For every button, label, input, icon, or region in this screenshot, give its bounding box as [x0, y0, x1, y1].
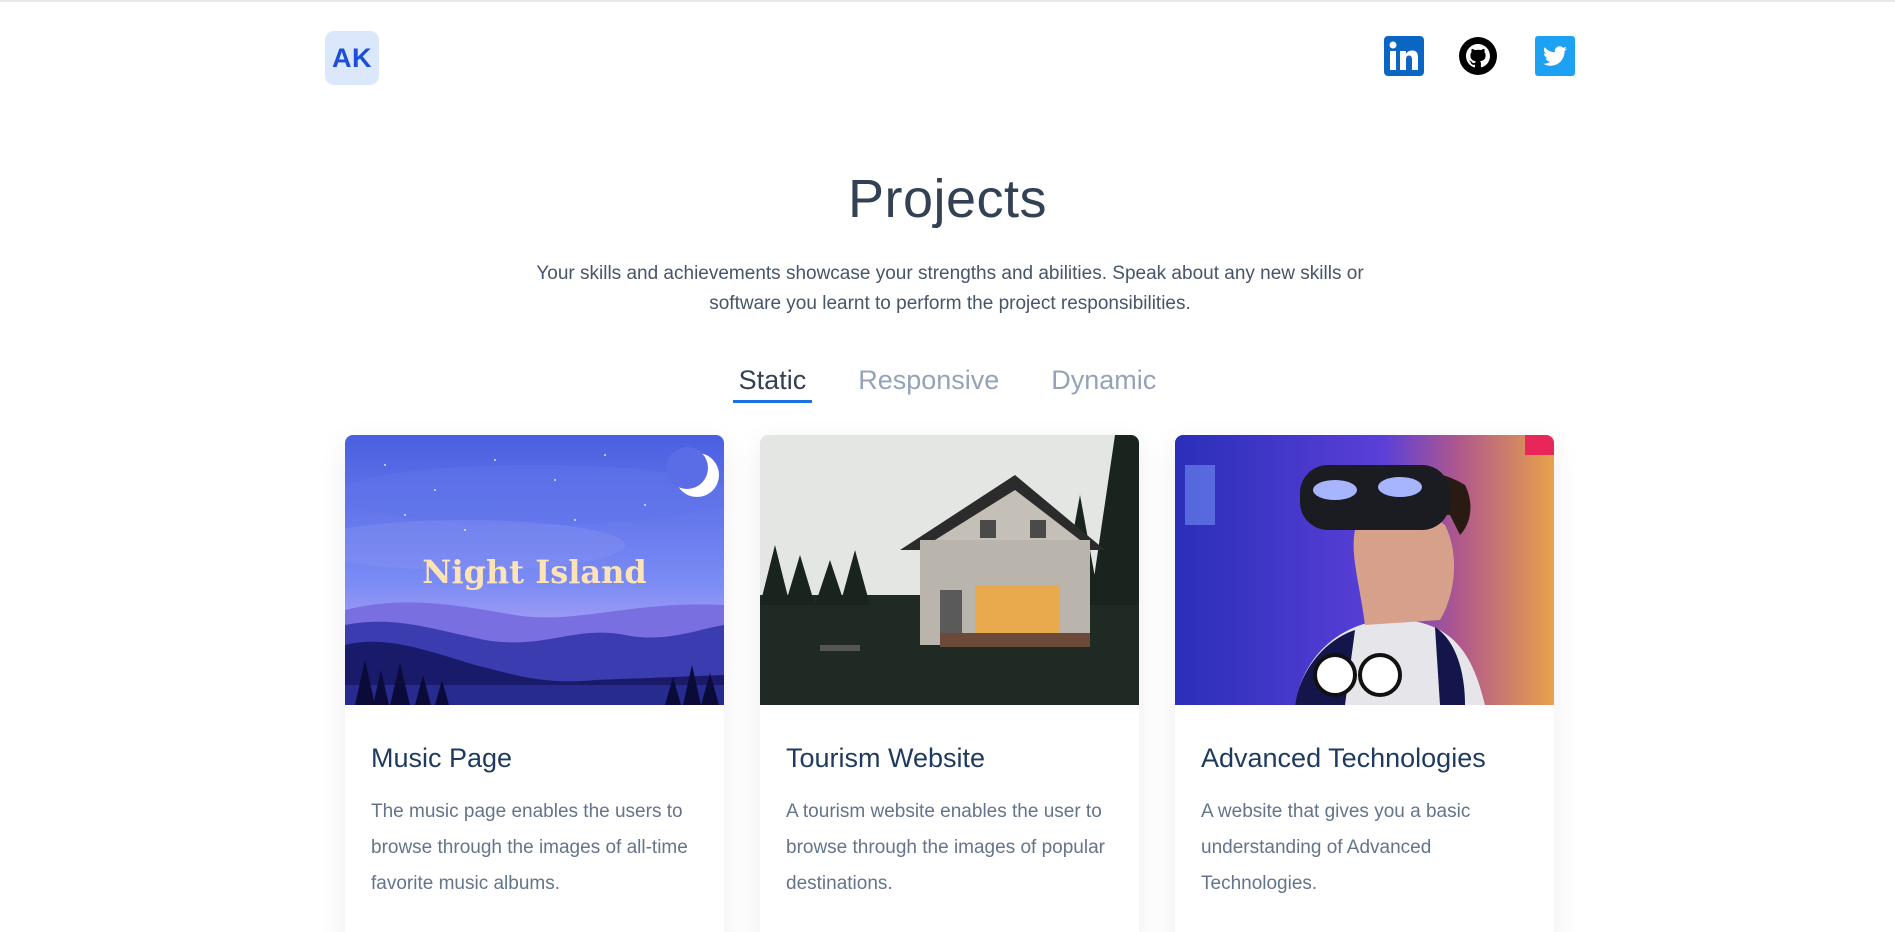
page: AK Projects Your skills and achievements…	[0, 0, 1895, 932]
project-image-vr-headset	[1175, 435, 1554, 705]
page-subtitle: Your skills and achievements showcase yo…	[536, 263, 1364, 314]
twitter-icon[interactable]	[1535, 36, 1575, 76]
project-card-music-page[interactable]: Night Island Music Page The music page e…	[345, 435, 724, 932]
project-card-tourism-website[interactable]: Tourism Website A tourism website enable…	[760, 435, 1139, 932]
card-description: The music page enables the users to brow…	[371, 801, 688, 894]
github-icon[interactable]	[1458, 36, 1498, 76]
page-title: Projects	[847, 169, 1048, 229]
project-card-advanced-technologies[interactable]: Advanced Technologies A website that giv…	[1175, 435, 1554, 932]
project-tabs: Static Responsive Dynamic	[0, 365, 1895, 403]
logo[interactable]: AK	[325, 31, 379, 85]
tab-static[interactable]: Static	[732, 365, 813, 403]
tab-dynamic[interactable]: Dynamic	[1045, 365, 1162, 403]
card-description: A website that gives you a basic underst…	[1201, 801, 1471, 894]
card-title: Advanced Technologies	[1201, 743, 1486, 773]
top-divider	[0, 0, 1895, 2]
card-title: Tourism Website	[786, 743, 986, 773]
card-title: Music Page	[371, 743, 513, 773]
project-image-night-island: Night Island	[345, 435, 724, 705]
tab-responsive[interactable]: Responsive	[852, 365, 1005, 403]
project-image-house	[760, 435, 1139, 705]
night-island-image-text: Night Island	[422, 553, 646, 591]
card-description: A tourism website enables the user to br…	[786, 801, 1105, 894]
linkedin-icon[interactable]	[1384, 36, 1424, 76]
